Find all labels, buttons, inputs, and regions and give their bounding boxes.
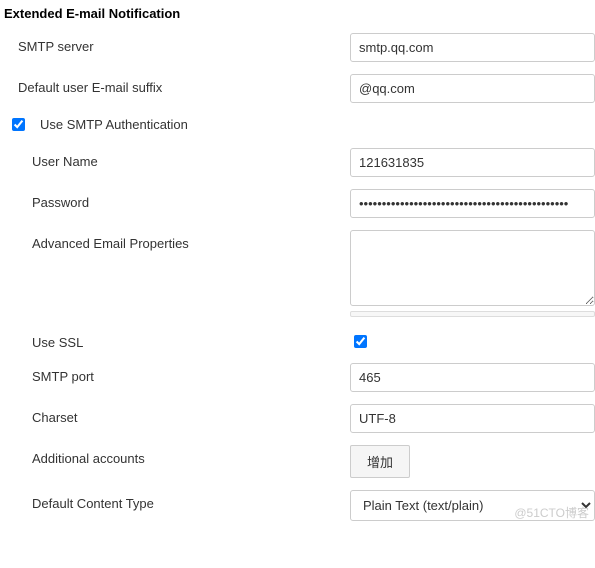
- textarea-advanced[interactable]: [350, 230, 595, 306]
- label-username: User Name: [0, 148, 350, 169]
- section-title: Extended E-mail Notification: [0, 0, 595, 27]
- checkbox-use-ssl[interactable]: [354, 335, 367, 348]
- input-smtp-server[interactable]: [350, 33, 595, 62]
- resize-handle[interactable]: [350, 311, 595, 317]
- input-username[interactable]: [350, 148, 595, 177]
- row-smtp-port: SMTP port: [0, 357, 595, 398]
- row-additional-accounts: Additional accounts 增加: [0, 439, 595, 484]
- row-use-auth: Use SMTP Authentication: [0, 109, 595, 142]
- input-smtp-port[interactable]: [350, 363, 595, 392]
- row-default-suffix: Default user E-mail suffix: [0, 68, 595, 109]
- label-password: Password: [0, 189, 350, 210]
- input-password[interactable]: [350, 189, 595, 218]
- label-smtp-server: SMTP server: [0, 33, 350, 54]
- input-default-suffix[interactable]: [350, 74, 595, 103]
- label-default-suffix: Default user E-mail suffix: [0, 74, 350, 95]
- row-username: User Name: [0, 142, 595, 183]
- row-smtp-server: SMTP server: [0, 27, 595, 68]
- label-additional-accounts: Additional accounts: [0, 445, 350, 466]
- input-charset[interactable]: [350, 404, 595, 433]
- button-add-account[interactable]: 增加: [350, 445, 410, 478]
- label-charset: Charset: [0, 404, 350, 425]
- label-use-ssl: Use SSL: [0, 329, 350, 350]
- checkbox-use-smtp-auth[interactable]: [12, 118, 25, 131]
- label-smtp-port: SMTP port: [0, 363, 350, 384]
- row-advanced: Advanced Email Properties: [0, 224, 595, 323]
- row-default-content-type: Default Content Type Plain Text (text/pl…: [0, 484, 595, 527]
- select-default-content-type[interactable]: Plain Text (text/plain): [350, 490, 595, 521]
- row-use-ssl: Use SSL: [0, 323, 595, 357]
- label-use-smtp-auth: Use SMTP Authentication: [36, 117, 188, 132]
- label-default-content-type: Default Content Type: [0, 490, 350, 511]
- row-password: Password: [0, 183, 595, 224]
- row-charset: Charset: [0, 398, 595, 439]
- label-advanced: Advanced Email Properties: [0, 230, 350, 251]
